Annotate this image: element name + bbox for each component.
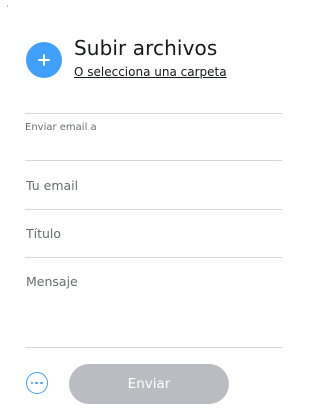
message-field[interactable]: Mensaje (25, 264, 282, 346)
title-field[interactable]: Título (25, 216, 282, 252)
recipient-input[interactable] (25, 136, 282, 160)
divider-email (25, 209, 282, 210)
message-placeholder: Mensaje (26, 274, 78, 289)
email-placeholder: Tu email (26, 178, 79, 193)
send-button[interactable]: Enviar (69, 364, 229, 404)
corner-mark (7, 5, 8, 7)
upload-header: Subir archivos O selecciona una carpeta (24, 36, 264, 86)
upload-title: Subir archivos (74, 36, 218, 60)
divider-message (25, 347, 282, 348)
email-field[interactable]: Tu email (25, 168, 282, 204)
title-placeholder: Título (26, 226, 62, 241)
transfer-panel: Subir archivos O selecciona una carpeta … (0, 0, 285, 412)
add-files-button[interactable] (26, 42, 62, 78)
select-folder-link[interactable]: O selecciona una carpeta (74, 65, 227, 80)
divider-title (25, 257, 282, 258)
divider-recipient (25, 160, 282, 161)
recipient-label: Enviar email a (25, 122, 97, 133)
footer: Enviar (24, 362, 234, 406)
divider-top (25, 113, 282, 114)
more-options-button[interactable] (26, 372, 48, 394)
